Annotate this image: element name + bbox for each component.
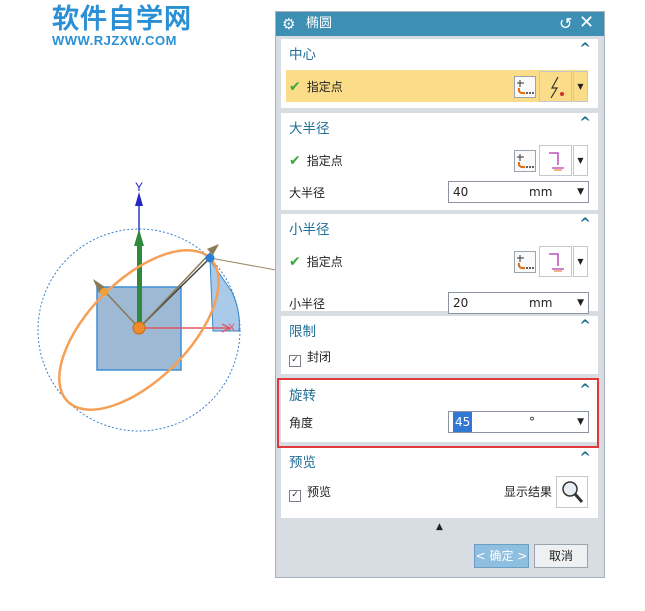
point-dialog-icon xyxy=(517,255,534,270)
show-result-button[interactable] xyxy=(556,476,588,508)
more-options-toggle[interactable]: ▲ xyxy=(281,520,598,534)
show-result-label: 显示结果 xyxy=(504,485,553,499)
closed-checkbox[interactable]: ✓ xyxy=(289,355,301,367)
reset-icon[interactable]: ↺ xyxy=(559,14,572,33)
minor-point-label: 指定点 xyxy=(306,255,343,269)
minor-radius-field[interactable]: 20 mm ▼ xyxy=(448,292,589,314)
minor-field-label: 小半径 xyxy=(289,297,326,311)
center-group-title[interactable]: 中心 xyxy=(289,43,316,63)
collapse-major-icon[interactable]: ^ xyxy=(579,115,591,131)
major-field-label: 大半径 xyxy=(289,186,326,200)
minor-radius-value: 20 xyxy=(453,296,469,310)
minor-radius-group: 小半径 ^ ✔ 指定点 ▼ 小半径 20 mm ▼ xyxy=(281,214,598,314)
gear-icon[interactable]: ⚙ xyxy=(282,15,295,33)
center-point-label: 指定点 xyxy=(306,80,343,94)
point-dialog-button[interactable] xyxy=(514,76,536,98)
point-dialog-button[interactable] xyxy=(514,251,536,273)
minor-point-row: ✔ 指定点 xyxy=(289,254,343,270)
preview-group-title[interactable]: 预览 xyxy=(289,451,316,471)
end-point-icon xyxy=(549,152,564,171)
preview-group: 预览 ^ ✓ 预览 显示结果 xyxy=(281,448,598,518)
major-handle-arrow xyxy=(207,244,219,255)
minor-radius-unit: mm xyxy=(529,296,553,310)
major-radius-unit: mm xyxy=(529,185,553,199)
ellipse-dialog: ⚙ 椭圆 ↺ ✕ 中心 ^ ✔ 指定点 ▼ 大半径 ^ ✔ 指定点 ▼ 大半径 … xyxy=(275,11,605,578)
center-point-row: ✔ 指定点 xyxy=(289,79,343,95)
minor-point-handle[interactable] xyxy=(100,288,108,296)
chevron-down-icon[interactable]: ▼ xyxy=(577,182,584,202)
center-point-handle[interactable] xyxy=(132,321,146,335)
collapse-center-icon[interactable]: ^ xyxy=(579,41,591,57)
check-icon: ✔ xyxy=(289,153,301,169)
end-point-icon xyxy=(549,253,564,272)
collapse-preview-icon[interactable]: ^ xyxy=(579,450,591,466)
check-icon: ✔ xyxy=(289,254,301,270)
preview-checkbox-row[interactable]: ✓ 预览 xyxy=(289,484,331,502)
rotation-sector xyxy=(209,258,240,332)
major-radius-value: 40 xyxy=(453,185,469,199)
cancel-button[interactable]: 取消 xyxy=(534,544,588,568)
x-axis-label: X xyxy=(228,322,236,334)
preview-checkbox[interactable]: ✓ xyxy=(289,490,301,502)
major-point-label: 指定点 xyxy=(306,154,343,168)
rotate-leader-line xyxy=(209,257,277,271)
major-group-title[interactable]: 大半径 xyxy=(289,117,330,137)
check-icon: ✔ xyxy=(289,79,301,95)
ok-button[interactable]: < 确定 > xyxy=(474,544,529,568)
point-type-dropdown[interactable]: ▼ xyxy=(573,71,588,102)
magnifier-icon xyxy=(562,481,584,503)
major-point-row: ✔ 指定点 xyxy=(289,153,343,169)
limit-group-title[interactable]: 限制 xyxy=(289,320,316,340)
z-axis-arrow xyxy=(134,229,144,246)
end-point-button[interactable] xyxy=(539,145,572,176)
dialog-title: 椭圆 xyxy=(306,16,333,31)
inferred-point-icon xyxy=(550,76,564,99)
close-icon[interactable]: ✕ xyxy=(579,13,594,33)
y-axis-label: Y xyxy=(135,180,143,194)
z-axis-shaft xyxy=(137,245,142,328)
dialog-titlebar: ⚙ 椭圆 ↺ ✕ xyxy=(276,12,604,36)
center-group: 中心 ^ ✔ 指定点 ▼ xyxy=(281,39,598,108)
end-point-button[interactable] xyxy=(539,246,572,277)
point-type-dropdown[interactable]: ▼ xyxy=(573,145,588,176)
inferred-point-button[interactable] xyxy=(539,71,572,102)
closed-checkbox-label: 封闭 xyxy=(307,350,332,364)
minor-group-title[interactable]: 小半径 xyxy=(289,218,330,238)
annotation-highlight-box xyxy=(277,378,599,448)
point-dialog-icon xyxy=(517,154,534,169)
collapse-minor-icon[interactable]: ^ xyxy=(579,216,591,232)
point-dialog-button[interactable] xyxy=(514,150,536,172)
point-type-dropdown[interactable]: ▼ xyxy=(573,246,588,277)
limit-group: 限制 ^ ✓ 封闭 xyxy=(281,316,598,374)
major-point-handle[interactable] xyxy=(205,253,215,263)
collapse-limit-icon[interactable]: ^ xyxy=(579,318,591,334)
preview-checkbox-label: 预览 xyxy=(307,485,332,499)
chevron-down-icon[interactable]: ▼ xyxy=(577,293,584,313)
point-dialog-icon xyxy=(517,80,534,95)
y-axis-arrow xyxy=(135,192,143,206)
major-radius-group: 大半径 ^ ✔ 指定点 ▼ 大半径 40 mm ▼ xyxy=(281,113,598,210)
closed-checkbox-row[interactable]: ✓ 封闭 xyxy=(289,349,331,367)
major-radius-field[interactable]: 40 mm ▼ xyxy=(448,181,589,203)
